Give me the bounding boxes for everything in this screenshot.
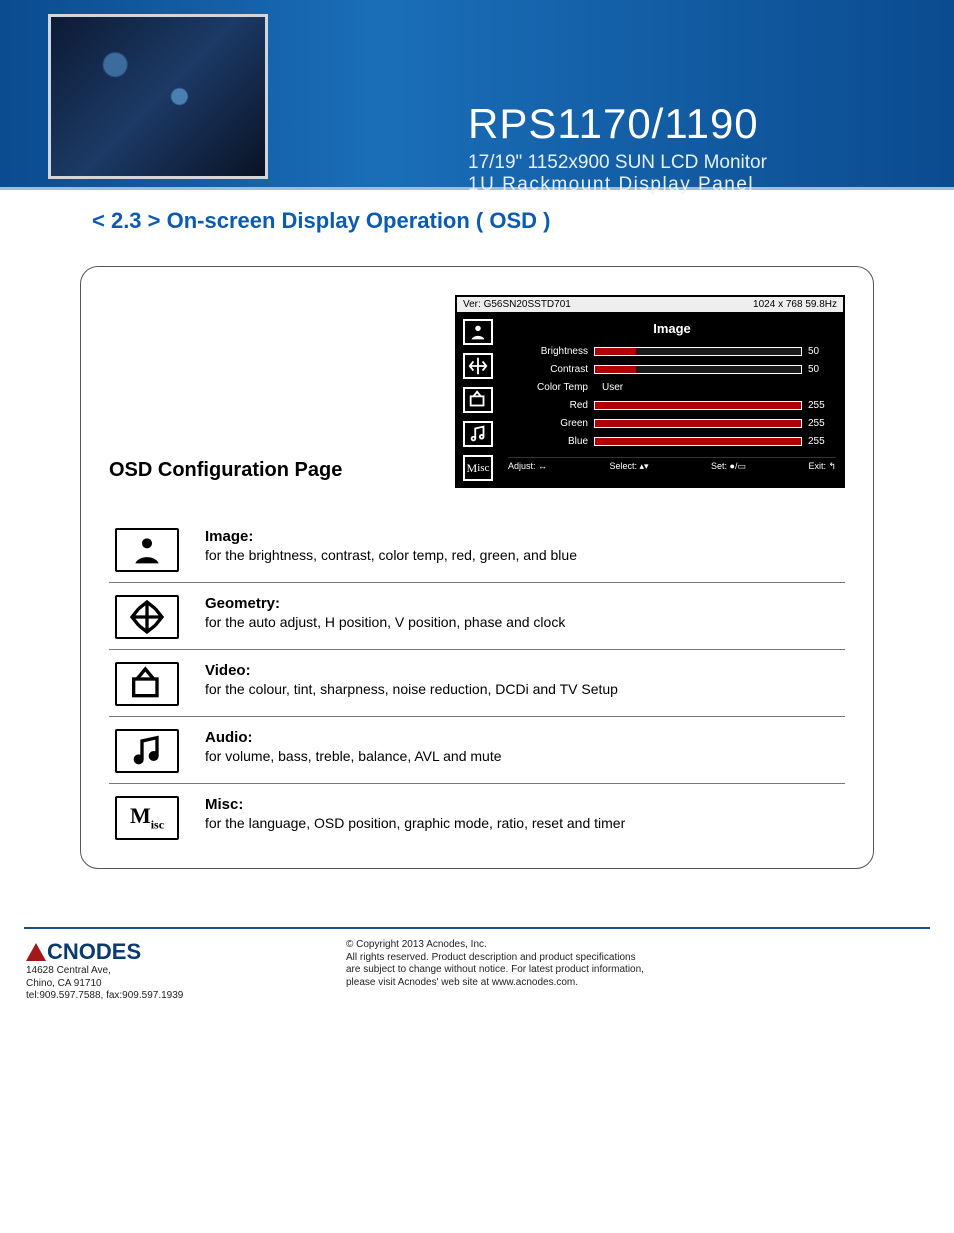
osd-slider-fill [595, 420, 801, 427]
osd-tab-video-icon[interactable] [463, 387, 493, 413]
desc-text: Geometry: for the auto adjust, H position… [205, 595, 565, 630]
osd-row-label: Blue [508, 436, 588, 447]
desc-body: for the auto adjust, H position, V posit… [205, 614, 565, 630]
desc-title: Image: [205, 528, 577, 545]
desc-body: for the colour, tint, sharpness, noise r… [205, 681, 618, 697]
legal-line-2: All rights reserved. Product description… [346, 952, 928, 965]
osd-slider-fill [595, 348, 636, 355]
osd-slider[interactable] [594, 365, 802, 374]
osd-row: Red 255 [508, 400, 836, 411]
osd-row-label: Red [508, 400, 588, 411]
desc-row: Geometry: for the auto adjust, H position… [109, 583, 845, 650]
osd-footer: Adjust: ↔ Select: ▴▾ Set: ●/▭ Exit: ↰ [508, 457, 836, 472]
desc-body: for the brightness, contrast, color temp… [205, 547, 577, 563]
desc-row: Audio: for volume, bass, treble, balance,… [109, 717, 845, 784]
banner-title: RPS1170/1190 [468, 100, 954, 148]
desc-text: Image: for the brightness, contrast, colo… [205, 528, 577, 563]
osd-version: Ver: G56SN20SSTD701 [463, 299, 571, 310]
osd-wrap: OSD Configuration Page Ver: G56SN20SSTD7… [109, 295, 845, 488]
video-icon [115, 662, 179, 706]
osd-foot-exit: Exit: ↰ [808, 461, 836, 472]
osd-tab-audio-icon[interactable] [463, 421, 493, 447]
osd-row-label: Color Temp [508, 382, 588, 393]
osd-row: Color Temp User [508, 382, 836, 393]
page-footer: CNODES 14628 Central Ave, Chino, CA 9171… [26, 939, 928, 1003]
osd-topbar: Ver: G56SN20SSTD701 1024 x 768 59.8Hz [456, 296, 844, 313]
legal-line-4: please visit Acnodes' web site at www.ac… [346, 977, 928, 990]
osd-foot-set: Set: ●/▭ [711, 461, 746, 472]
osd-row-value[interactable]: User [594, 382, 802, 393]
desc-body: for volume, bass, treble, balance, AVL a… [205, 748, 502, 764]
osd-slider-fill [595, 438, 801, 445]
desc-list: Image: for the brightness, contrast, colo… [109, 516, 845, 850]
geometry-icon [115, 595, 179, 639]
osd-resolution: 1024 x 768 59.8Hz [753, 299, 837, 310]
addr-line-1: 14628 Central Ave, [26, 965, 306, 978]
brand-text: CNODES [47, 939, 141, 965]
desc-row: Video: for the colour, tint, sharpness, n… [109, 650, 845, 717]
image-icon [115, 528, 179, 572]
osd-row-label: Green [508, 418, 588, 429]
footer-rule [24, 927, 930, 929]
osd-foot-adjust: Adjust: ↔ [508, 461, 547, 472]
desc-title: Video: [205, 662, 618, 679]
misc-icon: Misc [115, 796, 179, 840]
audio-icon [115, 729, 179, 773]
addr-line-3: tel:909.597.7588, fax:909.597.1939 [26, 990, 306, 1003]
osd-row: Green 255 [508, 418, 836, 429]
osd-body: Misc Image Brightness 50 Contrast 50 Color T… [456, 313, 844, 487]
osd-row-value: 255 [808, 436, 836, 447]
osd-content: Image Brightness 50 Contrast 50 Color Temp Us… [500, 313, 844, 487]
osd-slider[interactable] [594, 437, 802, 446]
legal-line-1: © Copyright 2013 Acnodes, Inc. [346, 939, 928, 952]
desc-title: Geometry: [205, 595, 565, 612]
osd-slider[interactable] [594, 419, 802, 428]
section-title: < 2.3 > On-screen Display Operation ( OS… [92, 208, 954, 234]
brand-caret-icon [26, 943, 46, 961]
osd-slider-fill [595, 402, 801, 409]
osd-row-value: 255 [808, 400, 836, 411]
footer-address: CNODES 14628 Central Ave, Chino, CA 9171… [26, 939, 306, 1003]
osd-row-value: 50 [808, 364, 836, 375]
osd-slider[interactable] [594, 401, 802, 410]
desc-row: Image: for the brightness, contrast, colo… [109, 516, 845, 583]
osd-card: OSD Configuration Page Ver: G56SN20SSTD7… [80, 266, 874, 869]
osd-tab-misc-icon[interactable]: Misc [463, 455, 493, 481]
desc-text: Misc: for the language, OSD position, gra… [205, 796, 625, 831]
banner-text: RPS1170/1190 17/19" 1152x900 SUN LCD Mon… [268, 0, 954, 187]
brand-logo: CNODES [26, 939, 306, 965]
banner-subtitle-1: 17/19" 1152x900 SUN LCD Monitor [468, 152, 954, 174]
osd-sidebar: Misc [456, 313, 500, 487]
banner-image [48, 14, 268, 179]
desc-row: Misc Misc: for the language, OSD position,… [109, 784, 845, 850]
legal-line-3: are subject to change without notice. Fo… [346, 964, 928, 977]
osd-caption: OSD Configuration Page [109, 459, 437, 482]
banner-subtitle-2: 1U Rackmount Display Panel [468, 174, 954, 196]
osd-heading: Image [508, 321, 836, 336]
osd-tab-image-icon[interactable] [463, 319, 493, 345]
banner: RPS1170/1190 17/19" 1152x900 SUN LCD Mon… [0, 0, 954, 190]
osd-row-value: 255 [808, 418, 836, 429]
osd-tab-geometry-icon[interactable] [463, 353, 493, 379]
desc-title: Misc: [205, 796, 625, 813]
osd-slider-fill [595, 366, 636, 373]
osd-row: Blue 255 [508, 436, 836, 447]
osd-row-label: Brightness [508, 346, 588, 357]
osd-foot-select: Select: ▴▾ [609, 461, 648, 472]
osd-row: Contrast 50 [508, 364, 836, 375]
osd-row-label: Contrast [508, 364, 588, 375]
osd-slider[interactable] [594, 347, 802, 356]
osd-row-value: 50 [808, 346, 836, 357]
osd-row: Brightness 50 [508, 346, 836, 357]
footer-legal: © Copyright 2013 Acnodes, Inc. All right… [346, 939, 928, 1003]
addr-line-2: Chino, CA 91710 [26, 978, 306, 991]
desc-text: Audio: for volume, bass, treble, balance,… [205, 729, 502, 764]
desc-title: Audio: [205, 729, 502, 746]
desc-body: for the language, OSD position, graphic … [205, 815, 625, 831]
osd-menu: Ver: G56SN20SSTD701 1024 x 768 59.8Hz [455, 295, 845, 488]
desc-text: Video: for the colour, tint, sharpness, n… [205, 662, 618, 697]
